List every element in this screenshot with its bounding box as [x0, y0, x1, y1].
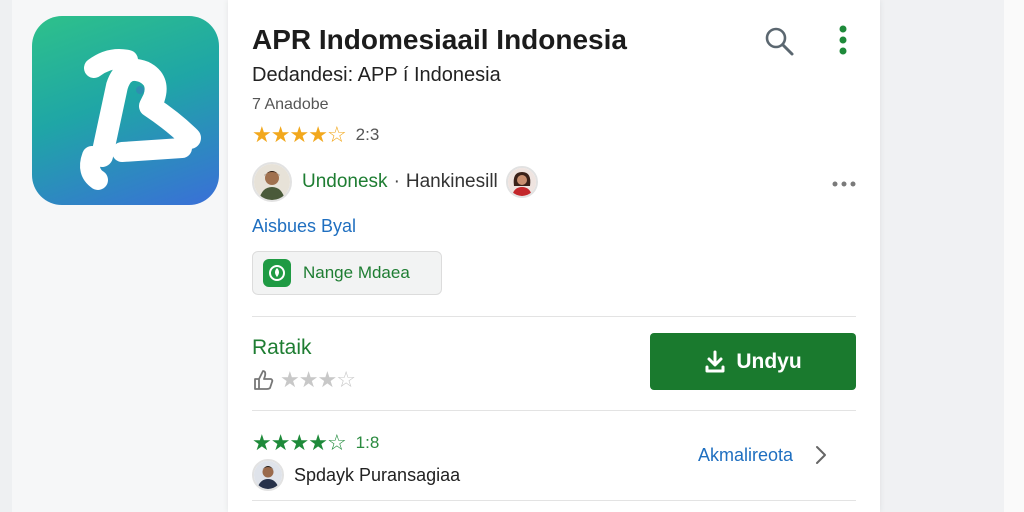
review-stars: ★ ★ ★ ★ ☆ [252, 430, 347, 455]
star-icon: ★ [270, 122, 291, 147]
app-meta: 7 Anadobe [252, 96, 329, 113]
secondary-avatar[interactable] [505, 166, 538, 198]
developer-separator: · [393, 171, 400, 192]
rating-stars: ★ ★ ★ ★ ☆ [252, 122, 347, 147]
star-outline-icon[interactable]: ☆ [336, 369, 356, 391]
rate-section-title: Rataik [252, 336, 312, 359]
more-options-button[interactable] [828, 20, 858, 60]
developer-secondary: Hankinesill [405, 171, 498, 192]
app-rating: ★ ★ ★ ★ ☆ 2:3 [252, 122, 379, 148]
reviewer-name: Spdayk Puransagiaa [294, 464, 461, 485]
more-vert-icon [839, 25, 847, 55]
reviewer-avatar [252, 459, 284, 491]
search-icon [765, 27, 794, 56]
divider [252, 316, 856, 317]
star-icon: ★ [252, 122, 272, 147]
developer-avatar[interactable] [252, 162, 292, 202]
right-edge-strip [1004, 0, 1024, 512]
contains-ads-link[interactable]: Aisbues Byal [252, 216, 356, 237]
review-rating-value: 1:8 [355, 433, 380, 452]
star-empty-icon[interactable]: ★ [280, 369, 300, 391]
rating-value: 2:3 [355, 125, 380, 144]
star-icon: ★ [270, 430, 291, 455]
developer-more-button[interactable] [828, 170, 860, 198]
app-subtitle: Dedandesi: APP í Indonesia [252, 64, 501, 86]
right-background-panel [880, 0, 1024, 512]
see-all-reviews-link[interactable]: Akmalireota [698, 444, 827, 466]
divider [252, 500, 856, 501]
more-horiz-icon [832, 181, 856, 187]
empty-rating-stars[interactable]: ★ ★ ★ ☆ [280, 369, 356, 391]
app-store-screen: APR Indomesiaail Indonesia Dedandesi: AP… [0, 0, 1024, 512]
star-empty-icon[interactable]: ★ [299, 369, 319, 391]
star-icon: ★ [308, 430, 328, 455]
star-outline-icon: ☆ [326, 430, 347, 455]
developer-name[interactable]: Undonesk [302, 171, 388, 193]
rate-this-app[interactable]: ★ ★ ★ ☆ [252, 366, 356, 394]
review-rating: ★ ★ ★ ★ ☆ 1:8 [252, 430, 379, 456]
star-empty-icon[interactable]: ★ [317, 369, 337, 391]
app-logo-icon [32, 16, 219, 205]
install-button[interactable]: Undyu [650, 333, 856, 390]
reviewer-row: Spdayk Puransagiaa [252, 458, 460, 492]
star-outline-icon: ☆ [326, 122, 347, 147]
star-icon: ★ [289, 122, 309, 147]
developer-row: Undonesk · Hankinesill [252, 160, 538, 204]
category-chip[interactable]: Nange Mdaea [252, 251, 442, 295]
divider [252, 410, 856, 411]
leaf-icon [263, 259, 291, 287]
star-icon: ★ [289, 430, 309, 455]
half-star-icon: ★ [308, 122, 328, 147]
search-button[interactable] [760, 22, 798, 60]
category-chip-label: Nange Mdaea [303, 263, 410, 282]
install-button-label: Undyu [736, 349, 802, 373]
download-icon [705, 350, 725, 372]
app-title: APR Indomesiaail Indonesia [252, 24, 627, 55]
thumbs-up-icon [252, 368, 276, 392]
star-icon: ★ [252, 430, 272, 455]
chevron-right-icon [815, 445, 827, 465]
see-all-reviews-label: Akmalireota [698, 444, 794, 465]
